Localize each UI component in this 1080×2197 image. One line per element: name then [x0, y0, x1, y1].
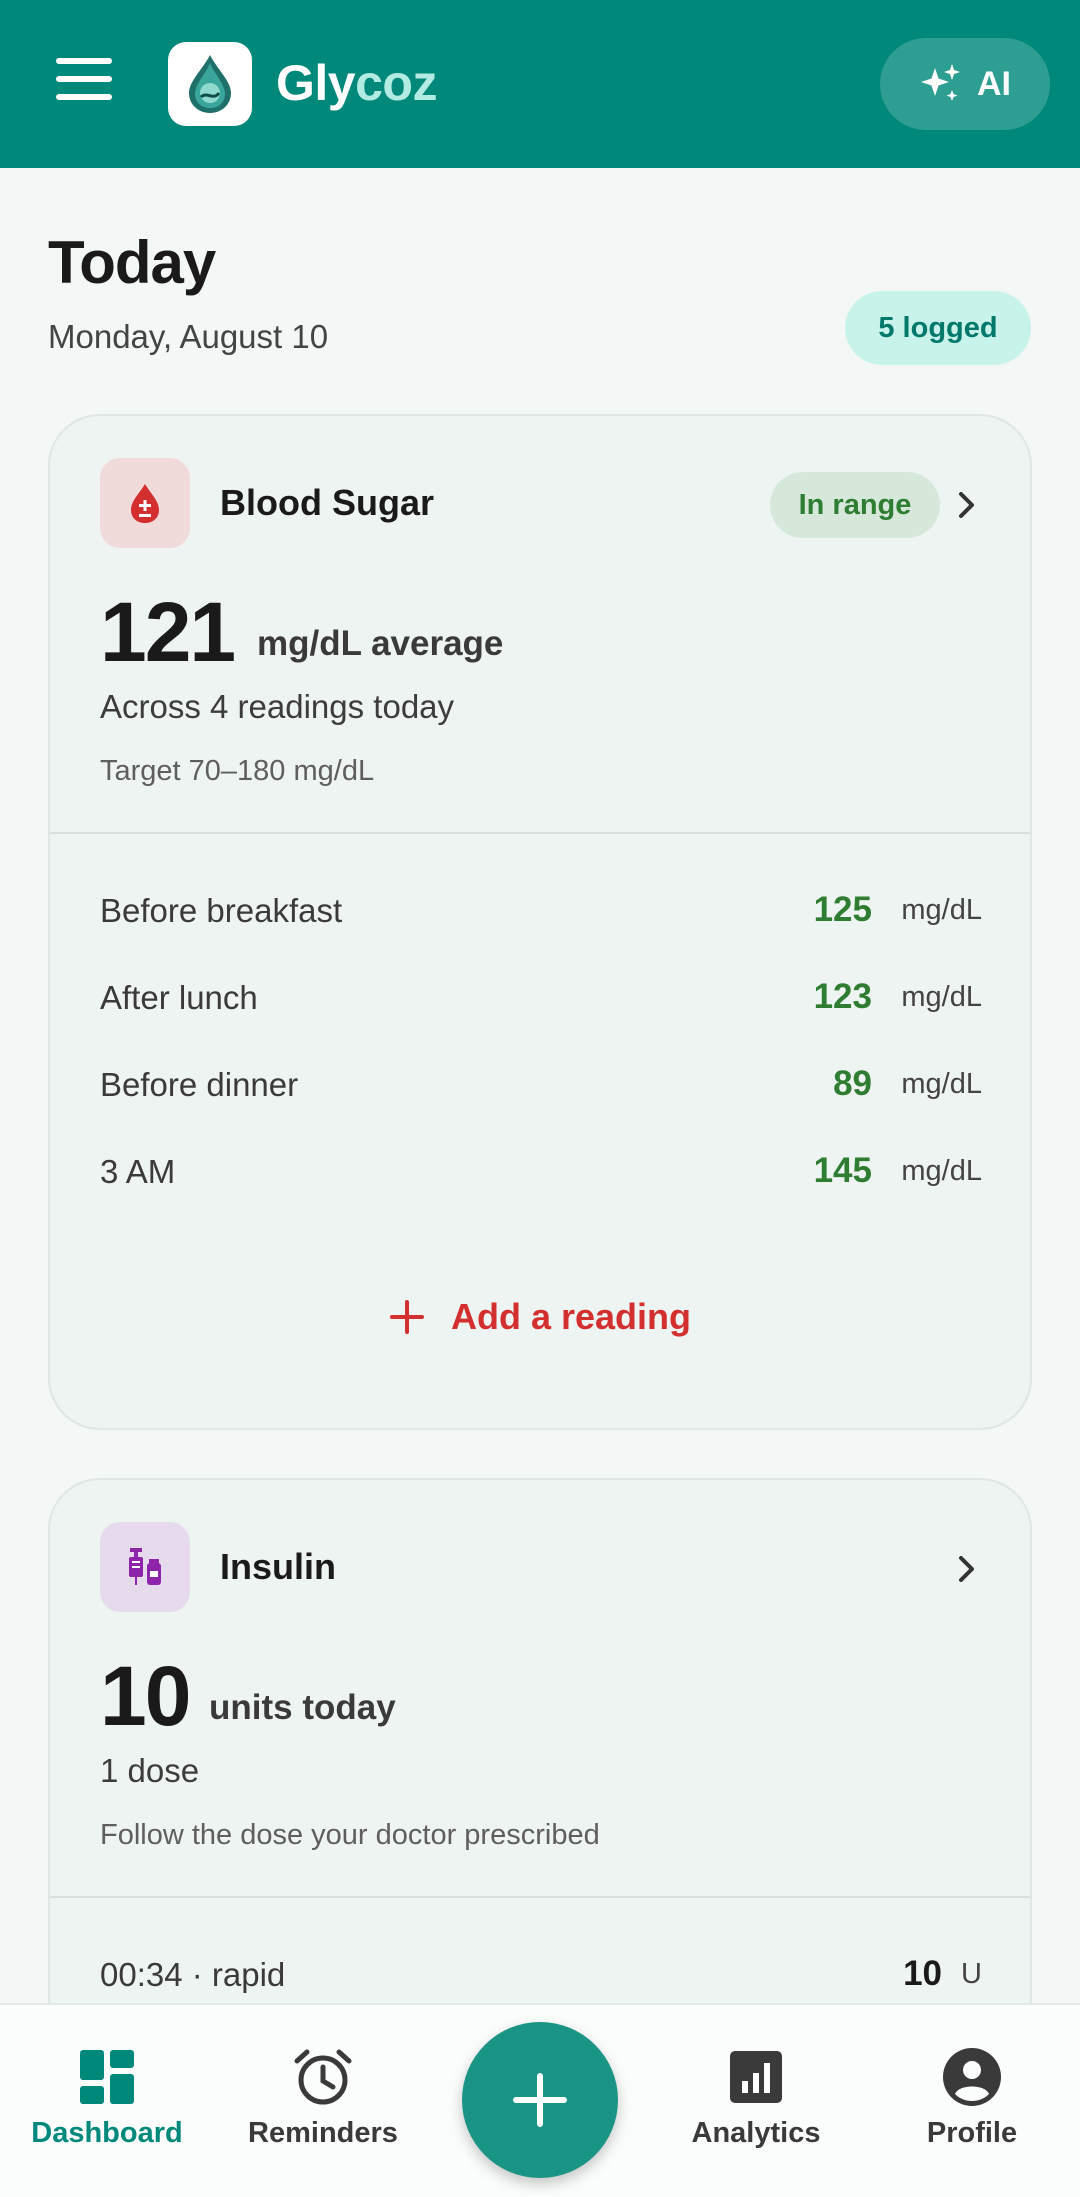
- plus-icon: [389, 1300, 424, 1334]
- reading-label: Before breakfast: [100, 892, 343, 929]
- chevron-right-icon[interactable]: [952, 490, 982, 520]
- card-divider: [50, 1896, 1030, 1898]
- reading-value: 89: [833, 1064, 872, 1103]
- logged-count-badge: 5 logged: [845, 291, 1031, 365]
- insulin-total-unit: units today: [209, 1688, 396, 1727]
- profile-avatar-icon: [943, 2048, 1001, 2106]
- reading-row[interactable]: 3 AM 145 mg/dL: [100, 1147, 982, 1197]
- insulin-icon-box: [100, 1522, 190, 1612]
- blood-sugar-title: Blood Sugar: [220, 482, 434, 523]
- reading-row[interactable]: Before dinner 89 mg/dL: [100, 1060, 982, 1110]
- chevron-right-icon[interactable]: [952, 1554, 982, 1584]
- reading-value: 125: [813, 890, 872, 929]
- reading-label: After lunch: [100, 979, 258, 1016]
- add-reading-label: Add a reading: [450, 1296, 692, 1337]
- insulin-entry-unit: U: [961, 1958, 982, 1990]
- blood-sugar-icon-box: [100, 458, 190, 548]
- water-drop-logo-icon: [189, 55, 231, 113]
- add-reading-button[interactable]: Add a reading: [50, 1296, 1030, 1338]
- in-range-badge: In range: [770, 472, 940, 538]
- brand-text-primary: Gly: [276, 55, 356, 111]
- insulin-entry-value: 10: [903, 1954, 942, 1993]
- card-divider: [50, 832, 1030, 834]
- brand-text-accent: coz: [355, 55, 437, 111]
- nav-reminders-label: Reminders: [248, 2117, 398, 2149]
- sparkle-icon: [921, 64, 960, 101]
- app-bar: Glycoz AI: [0, 0, 1080, 168]
- reading-label: 3 AM: [100, 1153, 176, 1190]
- insulin-entry-label: 00:34 · rapid: [100, 1956, 286, 1993]
- alarm-clock-icon: [294, 2049, 352, 2105]
- reading-label: Before dinner: [100, 1066, 299, 1103]
- blood-sugar-average-unit: mg/dL average: [257, 624, 504, 663]
- reading-unit: mg/dL: [901, 894, 982, 926]
- nav-analytics-label: Analytics: [691, 2117, 821, 2149]
- reading-row[interactable]: Before breakfast 125 mg/dL: [100, 886, 982, 936]
- nav-dashboard[interactable]: Dashboard: [12, 2045, 202, 2150]
- menu-icon-line: [56, 76, 112, 82]
- page-title: Today: [48, 229, 216, 296]
- ai-button-label: AI: [977, 64, 1011, 103]
- nav-profile[interactable]: Profile: [877, 2045, 1067, 2150]
- blood-sugar-target: Target 70–180 mg/dL: [100, 755, 375, 787]
- insulin-title: Insulin: [220, 1546, 336, 1587]
- menu-icon-line: [56, 94, 112, 100]
- nav-dashboard-label: Dashboard: [31, 2117, 183, 2149]
- insulin-entry-row[interactable]: 00:34 · rapid 10 U: [100, 1950, 982, 2000]
- insulin-dose-count: 1 dose: [100, 1752, 200, 1789]
- reading-value: 145: [813, 1151, 872, 1190]
- blood-drop-icon: [131, 484, 159, 523]
- add-entry-fab[interactable]: [462, 2022, 618, 2178]
- nav-profile-label: Profile: [926, 2117, 1018, 2149]
- reading-row[interactable]: After lunch 123 mg/dL: [100, 973, 982, 1023]
- app-logo: [168, 42, 252, 126]
- app-brand: Glycoz: [276, 54, 437, 112]
- reading-unit: mg/dL: [901, 981, 982, 1013]
- page-date: Monday, August 10: [48, 318, 329, 355]
- dashboard-icon: [80, 2050, 134, 2104]
- analytics-chart-icon: [730, 2051, 782, 2103]
- blood-sugar-card[interactable]: Blood Sugar In range 121 mg/dL average A…: [48, 414, 1032, 1430]
- menu-icon-line: [56, 58, 112, 64]
- insulin-note: Follow the dose your doctor prescribed: [100, 1819, 600, 1851]
- menu-button[interactable]: [50, 58, 118, 112]
- plus-icon: [513, 2073, 567, 2127]
- reading-value: 123: [813, 977, 872, 1016]
- blood-sugar-summary: Across 4 readings today: [100, 688, 455, 725]
- nav-analytics[interactable]: Analytics: [661, 2045, 851, 2150]
- blood-sugar-average-value: 121: [100, 585, 236, 679]
- nav-reminders[interactable]: Reminders: [228, 2045, 418, 2150]
- syringe-vial-icon: [129, 1548, 161, 1585]
- reading-unit: mg/dL: [901, 1155, 982, 1187]
- insulin-total-value: 10: [100, 1649, 191, 1743]
- reading-unit: mg/dL: [901, 1068, 982, 1100]
- ai-assistant-button[interactable]: AI: [880, 38, 1050, 130]
